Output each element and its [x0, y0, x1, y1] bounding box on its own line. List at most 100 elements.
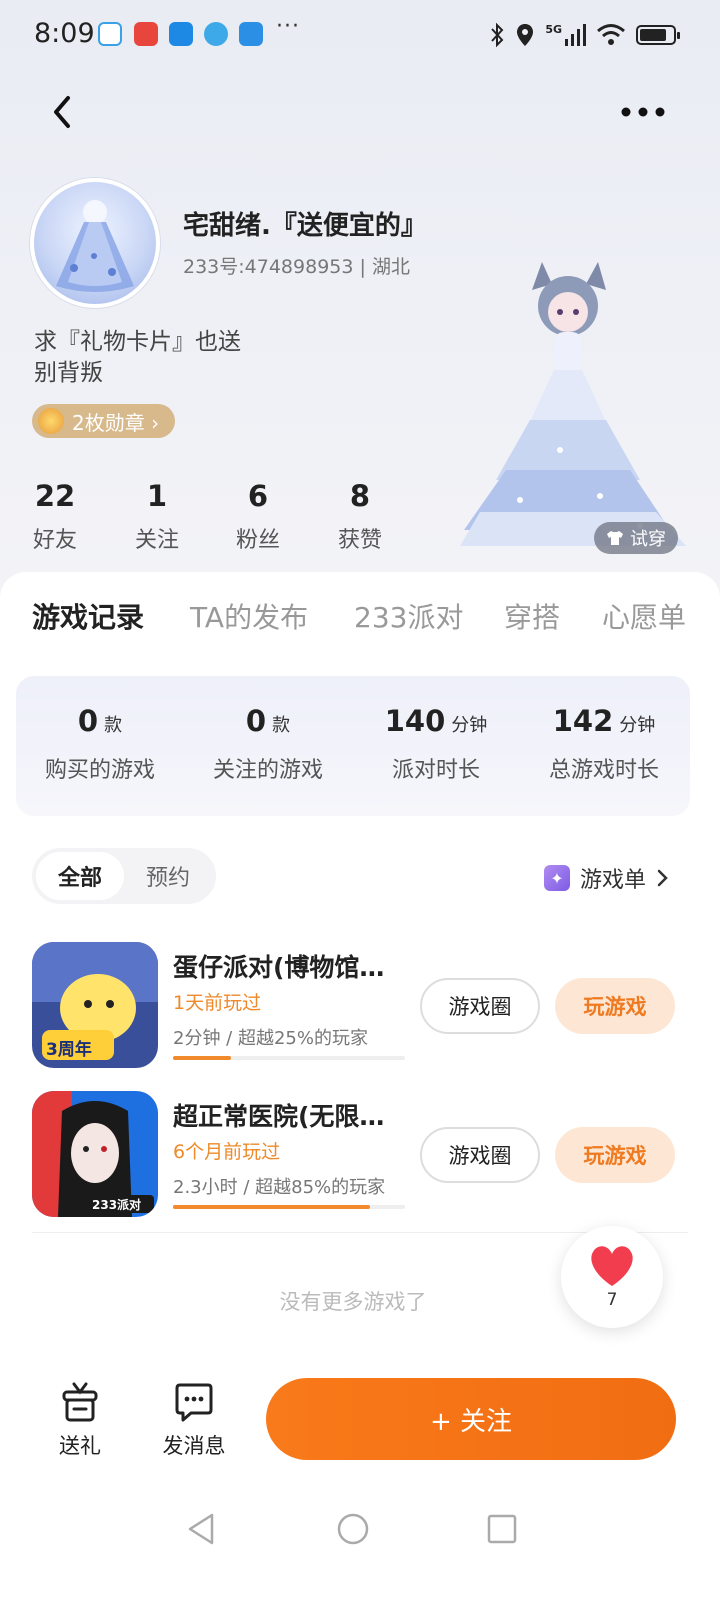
stat-friends[interactable]: 22 好友 — [5, 478, 105, 554]
gift-button[interactable]: 送礼 — [40, 1382, 120, 1460]
message-button[interactable]: 发消息 — [154, 1382, 234, 1460]
filter-all[interactable]: 全部 — [36, 852, 124, 900]
game-item[interactable]: 233派对 超正常医院(无限… 6个月前玩过 2.3小时 / 超越85%的玩家 … — [0, 1091, 720, 1221]
nav-recents-icon[interactable] — [486, 1513, 518, 1545]
tab-party[interactable]: 233派对 — [354, 596, 463, 636]
nickname: 宅甜绪.『送便宜的』 — [183, 211, 427, 241]
bio-line: 别背叛 — [34, 360, 103, 386]
game-circle-button[interactable]: 游戏圈 — [420, 1127, 540, 1183]
stat-likes[interactable]: 8 获赞 — [310, 478, 410, 554]
summary-value: 0 — [77, 704, 99, 738]
stat-label: 粉丝 — [235, 528, 280, 553]
game-icon: 233派对 — [32, 1091, 158, 1217]
stat-label: 关注 — [134, 528, 179, 553]
summary-unit: 款 — [104, 715, 123, 736]
summary-label: 总游戏时长 — [548, 758, 659, 783]
tab-bar: 游戏记录 TA的发布 233派对 穿搭 心愿单 — [0, 596, 720, 683]
chat-app-icon — [169, 22, 193, 46]
game-icon-badge: 3周年 — [46, 1040, 92, 1060]
tab-wishlist[interactable]: 心愿单 — [602, 596, 686, 636]
stat-label: 获赞 — [337, 528, 382, 553]
shirt-icon — [607, 531, 623, 545]
medal-label: 2枚勋章 › — [72, 410, 160, 435]
status-right: 5G — [489, 20, 680, 50]
play-game-button[interactable]: 玩游戏 — [555, 978, 675, 1034]
game-circle-button[interactable]: 游戏圈 — [420, 978, 540, 1034]
game-title: 蛋仔派对(博物馆… — [173, 953, 385, 982]
filter-reserve[interactable]: 预约 — [124, 852, 212, 900]
system-nav-bar — [0, 1480, 720, 1600]
chevron-right-icon — [657, 869, 668, 887]
game-list-link[interactable]: ✦ 游戏单 — [543, 862, 670, 894]
bio-line: 求『礼物卡片』也送 — [34, 329, 241, 355]
gift-label: 送礼 — [59, 1434, 101, 1458]
summary-label: 购买的游戏 — [44, 758, 155, 783]
game-list-label: 游戏单 — [579, 868, 646, 893]
summary-label: 派对时长 — [391, 758, 480, 783]
stat-value: 6 — [247, 479, 269, 513]
tab-posts[interactable]: TA的发布 — [190, 596, 308, 636]
summary-party-time: 140 分钟 派对时长 — [352, 704, 520, 784]
avatar[interactable] — [30, 178, 160, 308]
follow-button[interactable]: + 关注 — [266, 1378, 676, 1460]
nav-back-icon[interactable] — [186, 1512, 218, 1546]
summary-total-time: 142 分钟 总游戏时长 — [520, 704, 688, 784]
location-icon — [517, 24, 534, 46]
play-game-button[interactable]: 玩游戏 — [555, 1127, 675, 1183]
game-icon: 3周年 — [32, 942, 158, 1068]
nav-home-icon[interactable] — [336, 1512, 370, 1546]
gift-icon — [62, 1382, 98, 1422]
medal-badge[interactable]: 2枚勋章 › — [32, 404, 176, 438]
summary-value: 140 — [384, 704, 446, 738]
tab-game-records[interactable]: 游戏记录 — [32, 596, 144, 636]
filter-toggle: 全部 预约 — [32, 848, 216, 904]
game-stat: 2.3小时 / 超越85%的玩家 — [173, 1177, 386, 1198]
status-bar: 8:09 ··· 5G — [0, 0, 720, 70]
bluetooth-icon — [491, 22, 504, 48]
game-stat: 2分钟 / 超越25%的玩家 — [173, 1028, 368, 1049]
back-button[interactable] — [44, 92, 84, 132]
summary-unit: 款 — [272, 715, 291, 736]
like-count: 7 — [606, 1290, 618, 1310]
book-app-icon — [134, 22, 158, 46]
more-options-button[interactable] — [618, 92, 668, 132]
summary-unit: 分钟 — [619, 715, 656, 736]
try-on-label: 试穿 — [630, 529, 666, 550]
summary-value: 0 — [245, 704, 267, 738]
wifi-icon — [597, 24, 625, 45]
user-id: 233号:474898953 | 湖北 — [183, 256, 410, 278]
summary-followed: 0款 关注的游戏 — [184, 704, 352, 784]
stat-following[interactable]: 1 关注 — [107, 478, 207, 554]
stat-value: 22 — [34, 479, 76, 513]
avatar-dress-image — [56, 200, 134, 292]
game-summary: 0款 购买的游戏 0款 关注的游戏 140 分钟 派对时长 142 分钟 总游戏时长 — [16, 676, 690, 816]
stat-label: 好友 — [32, 528, 77, 553]
game-progress-fill — [173, 1205, 371, 1209]
game-progress-bar — [173, 1205, 405, 1209]
summary-purchased: 0款 购买的游戏 — [16, 704, 184, 784]
bio: 求『礼物卡片』也送 别背叛 — [34, 327, 241, 389]
character-image — [460, 262, 686, 546]
more-notifications-icon: ··· — [276, 14, 300, 39]
action-bar: 送礼 发消息 + 关注 — [0, 1360, 720, 1480]
like-button[interactable]: 7 — [561, 1226, 663, 1328]
home-app-icon — [98, 22, 122, 46]
character-figure[interactable] — [450, 250, 700, 550]
game-title: 超正常医院(无限… — [173, 1102, 385, 1131]
chevron-left-icon — [54, 96, 70, 128]
game-icon-badge: 233派对 — [92, 1198, 142, 1212]
status-time: 8:09 — [34, 18, 95, 49]
game-last-played: 6个月前玩过 — [173, 1141, 281, 1163]
summary-unit: 分钟 — [451, 715, 488, 736]
tab-outfits[interactable]: 穿搭 — [504, 596, 560, 636]
game-progress-fill — [173, 1056, 231, 1060]
game-progress-bar — [173, 1056, 405, 1060]
summary-label: 关注的游戏 — [212, 758, 323, 783]
heart-icon — [591, 1246, 633, 1286]
game-item[interactable]: 3周年 蛋仔派对(博物馆… 1天前玩过 2分钟 / 超越25%的玩家 游戏圈 玩… — [0, 942, 720, 1072]
stat-fans[interactable]: 6 粉丝 — [208, 478, 308, 554]
try-on-button[interactable]: 试穿 — [594, 522, 678, 554]
signal-icon — [565, 24, 586, 46]
battery-icon — [636, 25, 680, 45]
summary-value: 142 — [552, 704, 614, 738]
